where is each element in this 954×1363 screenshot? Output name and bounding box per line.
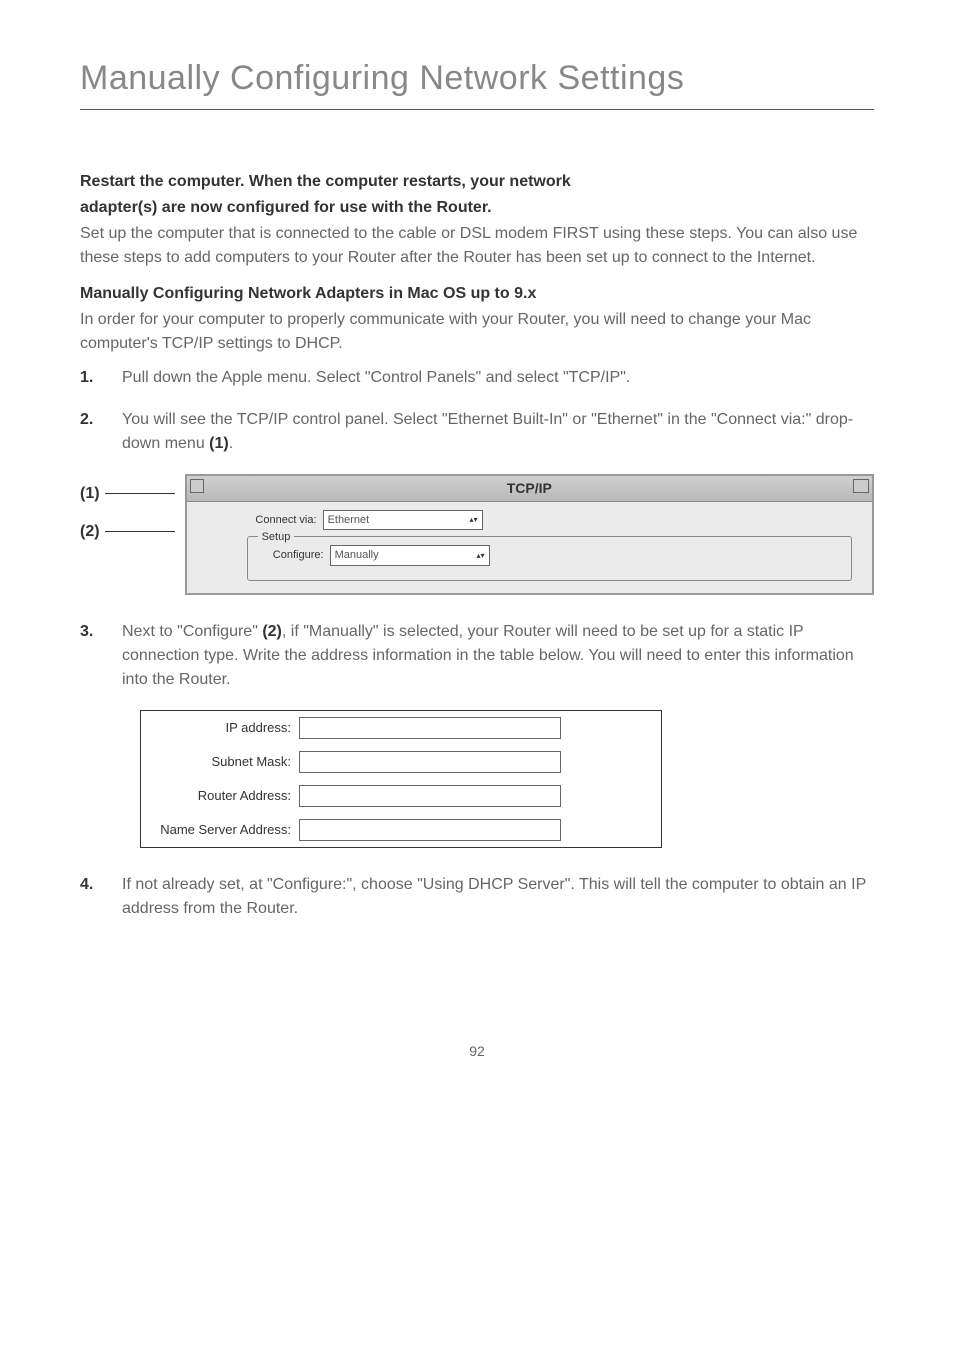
- ip-address-input[interactable]: [299, 717, 561, 739]
- subnet-mask-label: Subnet Mask:: [151, 752, 299, 772]
- step-2-text: You will see the TCP/IP control panel. S…: [122, 408, 874, 456]
- connect-via-label: Connect via:: [247, 512, 317, 529]
- ip-address-label: IP address:: [151, 718, 299, 738]
- step-2: 2. You will see the TCP/IP control panel…: [80, 408, 874, 456]
- subnet-mask-input[interactable]: [299, 751, 561, 773]
- chevron-updown-icon: ▴▾: [477, 550, 485, 562]
- window-title: TCP/IP: [507, 480, 552, 496]
- title-underline: [80, 109, 874, 110]
- name-server-row: Name Server Address:: [141, 813, 661, 847]
- step-2-ref: (1): [209, 435, 229, 452]
- subnet-mask-row: Subnet Mask:: [141, 745, 661, 779]
- step-3-number: 3.: [80, 620, 100, 692]
- tcpip-body: Connect via: Ethernet ▴▾ Setup Configure…: [187, 502, 872, 593]
- page-number: 92: [80, 1041, 874, 1062]
- name-server-label: Name Server Address:: [151, 820, 299, 840]
- close-box-icon[interactable]: [190, 479, 204, 493]
- configure-label: Configure:: [254, 547, 324, 564]
- setup-fieldset: Setup Configure: Manually ▴▾: [247, 536, 852, 581]
- tcpip-titlebar: TCP/IP: [187, 476, 872, 502]
- router-address-input[interactable]: [299, 785, 561, 807]
- callout-1-line: [105, 493, 175, 494]
- router-address-row: Router Address:: [141, 779, 661, 813]
- page-title: Manually Configuring Network Settings: [80, 53, 874, 104]
- callout-1-text: (1): [80, 485, 100, 502]
- connect-via-row: Connect via: Ethernet ▴▾: [247, 510, 852, 531]
- connect-via-value: Ethernet: [328, 512, 370, 529]
- step-4-text: If not already set, at "Configure:", cho…: [122, 873, 874, 921]
- step-4-number: 4.: [80, 873, 100, 921]
- address-form-table: IP address: Subnet Mask: Router Address:…: [140, 710, 662, 848]
- restart-heading-line1: Restart the computer. When the computer …: [80, 170, 874, 194]
- callout-1: (1): [80, 482, 175, 506]
- ip-address-row: IP address:: [141, 711, 661, 745]
- step-1: 1. Pull down the Apple menu. Select "Con…: [80, 366, 874, 390]
- restart-heading-line2: adapter(s) are now configured for use wi…: [80, 196, 874, 220]
- window-widget-icon[interactable]: [853, 479, 869, 493]
- diagram-callout-labels: (1) (2): [80, 474, 185, 544]
- step-2-number: 2.: [80, 408, 100, 456]
- configure-select[interactable]: Manually ▴▾: [330, 545, 490, 566]
- name-server-input[interactable]: [299, 819, 561, 841]
- step-3-text: Next to "Configure" (2), if "Manually" i…: [122, 620, 874, 692]
- step-3: 3. Next to "Configure" (2), if "Manually…: [80, 620, 874, 692]
- step-4: 4. If not already set, at "Configure:", …: [80, 873, 874, 921]
- tcpip-window: TCP/IP Connect via: Ethernet ▴▾ Setup Co…: [185, 474, 874, 595]
- tcpip-diagram: (1) (2) TCP/IP Connect via: Ethernet ▴▾ …: [80, 474, 874, 595]
- step-1-number: 1.: [80, 366, 100, 390]
- step-1-text: Pull down the Apple menu. Select "Contro…: [122, 366, 874, 390]
- callout-2-line: [105, 531, 175, 532]
- connect-via-select[interactable]: Ethernet ▴▾: [323, 510, 483, 531]
- callout-2-text: (2): [80, 523, 100, 540]
- manual-intro-text: In order for your computer to properly c…: [80, 308, 874, 356]
- configure-value: Manually: [335, 547, 379, 564]
- step-2-suffix: .: [229, 435, 233, 452]
- chevron-updown-icon: ▴▾: [470, 514, 478, 526]
- manual-config-heading: Manually Configuring Network Adapters in…: [80, 282, 874, 306]
- step-3-prefix: Next to "Configure": [122, 623, 262, 640]
- step-3-ref: (2): [262, 623, 282, 640]
- router-address-label: Router Address:: [151, 786, 299, 806]
- setup-legend: Setup: [258, 529, 295, 546]
- configure-row: Configure: Manually ▴▾: [254, 545, 845, 566]
- setup-paragraph: Set up the computer that is connected to…: [80, 222, 874, 270]
- callout-2: (2): [80, 520, 175, 544]
